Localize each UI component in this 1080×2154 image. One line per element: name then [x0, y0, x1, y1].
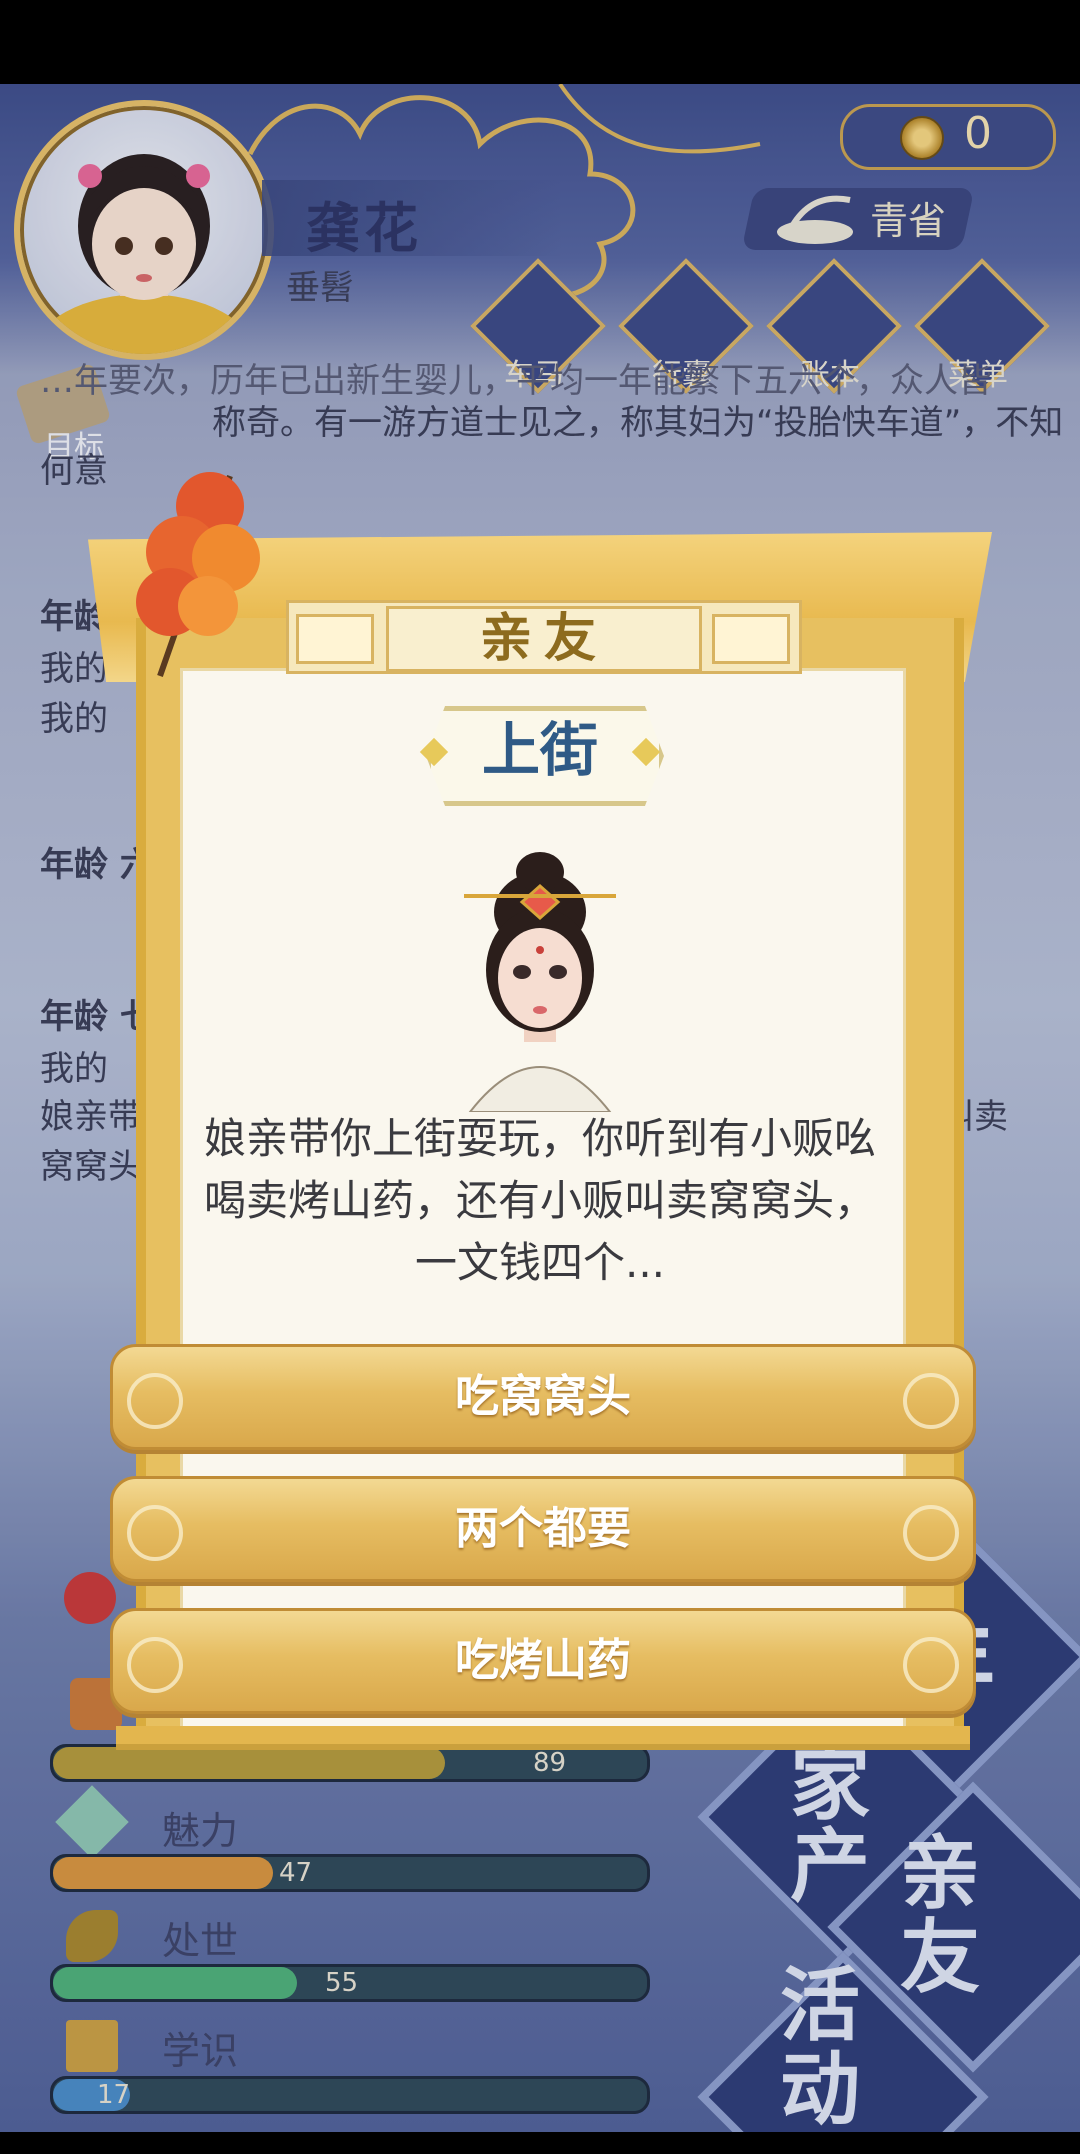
header-ornament	[712, 614, 790, 664]
choice-button-1[interactable]: 吃窝窝头	[110, 1344, 976, 1450]
mother-portrait-icon	[464, 852, 616, 1112]
choice-button-2[interactable]: 两个都要	[110, 1476, 976, 1582]
choice-button-3[interactable]: 吃烤山药	[110, 1608, 976, 1714]
modal-header-title: 亲友	[386, 606, 702, 672]
candied-haws-icon	[136, 472, 260, 677]
header-ornament	[296, 614, 374, 664]
cloud-curl-icon	[903, 1505, 959, 1561]
choice-label: 两个都要	[455, 1503, 631, 1554]
cloud-curl-icon	[903, 1637, 959, 1693]
event-title: 上街	[481, 716, 598, 784]
cloud-curl-icon	[127, 1505, 183, 1561]
modal-scroll-bottom	[116, 1726, 970, 1750]
cloud-curl-icon	[903, 1373, 959, 1429]
choice-label: 吃烤山药	[455, 1635, 631, 1686]
cloud-curl-icon	[127, 1373, 183, 1429]
cloud-curl-icon	[127, 1637, 183, 1693]
event-story-text: 娘亲带你上街耍玩，你听到有小贩吆喝卖烤山药，还有小贩叫卖窝窝头，一文钱四个...	[203, 1114, 876, 1287]
choice-label: 吃窝窝头	[455, 1371, 631, 1422]
